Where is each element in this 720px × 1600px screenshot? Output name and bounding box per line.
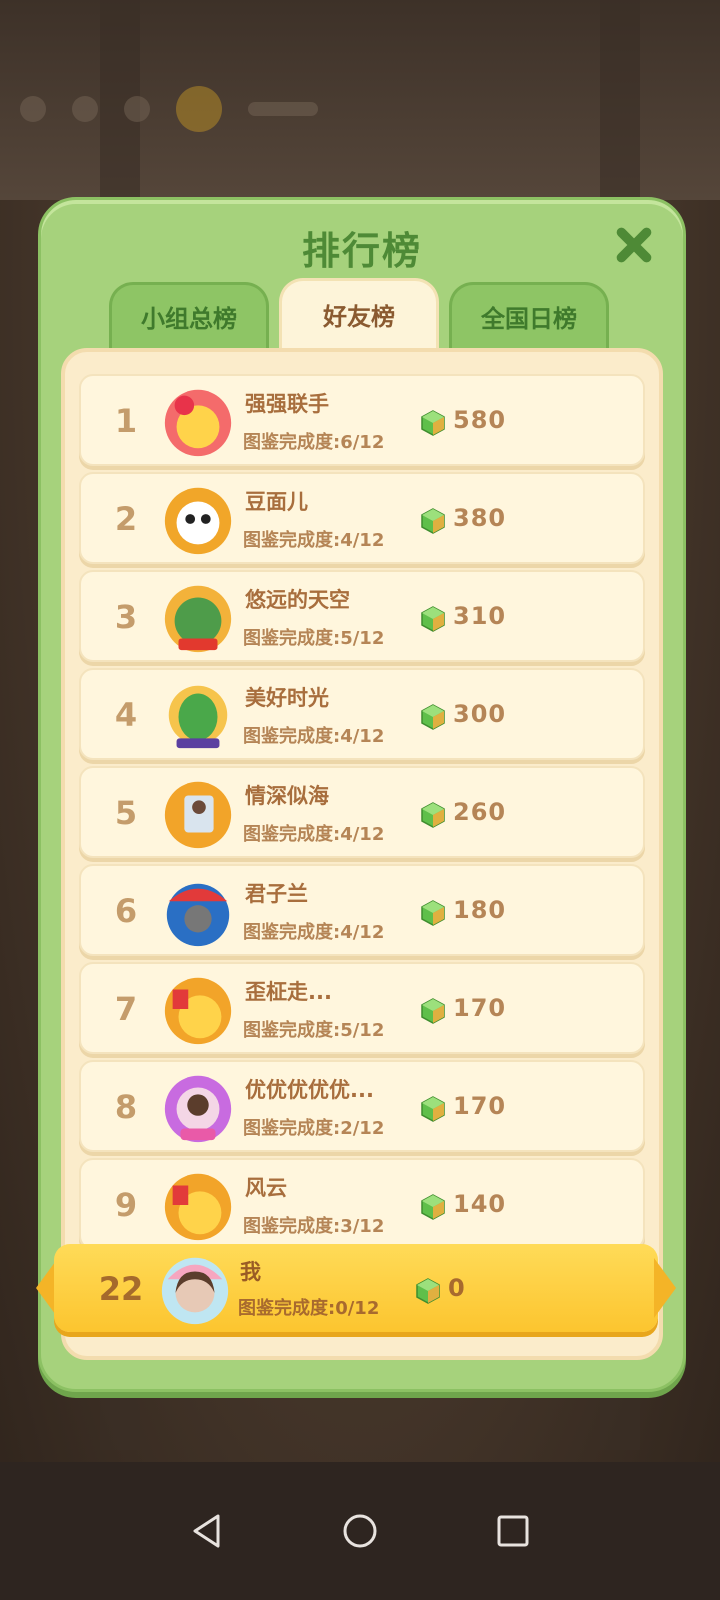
collection-progress: 图鉴完成度:5/12 [243, 628, 385, 649]
gem-icon [421, 802, 445, 828]
score-value: 260 [453, 798, 507, 826]
ranking-list-container[interactable]: 1 强强联手 图鉴完成度:6/12 580 2 豆面儿 图鉴完成度:4/12 380 3 悠远的天… [61, 348, 663, 1360]
rank-number: 5 [114, 794, 138, 832]
rank-number: 8 [114, 1088, 138, 1126]
watermelon-avatar[interactable] [159, 676, 237, 754]
score-value: 180 [453, 896, 507, 924]
player-name: 美好时光 [245, 686, 329, 710]
gem-icon [421, 900, 445, 926]
collection-progress: 图鉴完成度:0/12 [238, 1298, 380, 1319]
rank-number: 2 [114, 500, 138, 538]
gem-icon [421, 606, 445, 632]
score-value: 140 [453, 1190, 507, 1218]
rank-number: 9 [114, 1186, 138, 1224]
score-value: 170 [453, 1092, 507, 1120]
tab-bar: 小组总榜 好友榜 全国日榜 [109, 278, 609, 348]
score-value: 580 [453, 406, 507, 434]
chick-avatar[interactable] [159, 1166, 237, 1244]
gem-icon [421, 508, 445, 534]
leaderboard-row[interactable]: 2 豆面儿图鉴完成度:4/12 380 [79, 472, 645, 564]
cat-chick-avatar[interactable] [159, 382, 237, 460]
player-name: 强强联手 [245, 392, 329, 416]
gem-icon [421, 1096, 445, 1122]
carousel-avatar[interactable] [159, 872, 237, 950]
score-value: 310 [453, 602, 507, 630]
gem-icon [416, 1278, 440, 1304]
girl-avatar[interactable] [159, 1068, 237, 1146]
leaderboard-panel: 排行榜 小组总榜 好友榜 全国日榜 1 强强联手 图鉴完成度:6/12 580 2 豆面儿… [38, 197, 686, 1392]
score-value: 170 [453, 994, 507, 1022]
score-value: 0 [448, 1274, 466, 1302]
photo-avatar[interactable] [159, 774, 237, 852]
leaderboard-row[interactable]: 9 风云图鉴完成度:3/12 140 [79, 1158, 645, 1250]
player-name: 优优优优优... [245, 1078, 374, 1102]
collection-progress: 图鉴完成度:2/12 [243, 1118, 385, 1139]
panel-title: 排行榜 [301, 229, 422, 273]
rank-number: 1 [114, 402, 138, 440]
home-icon [343, 1514, 377, 1548]
leaderboard-row[interactable]: 7 歪柾走... 图鉴完成度:5/12 170 [79, 962, 645, 1054]
back-button[interactable] [177, 1501, 237, 1561]
leaderboard-row[interactable]: 1 强强联手图鉴完成度:6/12 580 [79, 374, 645, 466]
player-name: 风云 [245, 1176, 287, 1200]
leaderboard-row[interactable]: 3 悠远的天空图鉴完成度:5/12 310 [79, 570, 645, 662]
tab-friends[interactable]: 好友榜 [279, 278, 439, 348]
collection-progress: 图鉴完成度:4/12 [243, 824, 385, 845]
system-nav-bar [0, 1462, 720, 1600]
player-name: 豆面儿 [245, 490, 308, 514]
recents-button[interactable] [483, 1501, 543, 1561]
my-ranking-row[interactable]: 22 我 图鉴完成度:0/12 0 [36, 1244, 676, 1336]
rank-number: 22 [98, 1270, 144, 1308]
rank-number: 6 [114, 892, 138, 930]
tab-national-daily[interactable]: 全国日榜 [449, 282, 609, 348]
player-name: 君子兰 [245, 882, 308, 906]
collection-progress: 图鉴完成度:3/12 [243, 1216, 385, 1237]
ribbon-right [654, 1258, 676, 1318]
hud-bar [248, 102, 318, 116]
player-name: 悠远的天空 [245, 588, 350, 612]
close-button[interactable] [611, 222, 657, 268]
rank-number: 7 [114, 990, 138, 1028]
gem-icon [421, 704, 445, 730]
hud-icon [124, 96, 150, 122]
leaderboard-row[interactable]: 5 情深似海图鉴完成度:4/12 260 [79, 766, 645, 858]
leaderboard-row[interactable]: 6 君子兰图鉴完成度:4/12 180 [79, 864, 645, 956]
gem-icon [421, 410, 445, 436]
player-name: 我 [240, 1260, 261, 1284]
rank-number: 4 [114, 696, 138, 734]
rank-number: 3 [114, 598, 138, 636]
panda-avatar[interactable] [159, 480, 237, 558]
close-icon [616, 227, 652, 263]
player-name: 情深似海 [245, 784, 329, 808]
tab-group-total[interactable]: 小组总榜 [109, 282, 269, 348]
chick-avatar[interactable] [159, 970, 237, 1048]
landscape-avatar[interactable] [159, 578, 237, 656]
hud-icon [72, 96, 98, 122]
score-value: 380 [453, 504, 507, 532]
collection-progress: 图鉴完成度:4/12 [243, 726, 385, 747]
ranking-list: 1 强强联手图鉴完成度:6/12 580 2 豆面儿图鉴完成度:4/12 380 3 悠远的天… [79, 374, 645, 1256]
collection-progress: 图鉴完成度:5/12 [243, 1020, 385, 1041]
recents-icon [497, 1515, 529, 1547]
gem-icon [421, 998, 445, 1024]
leaderboard-row[interactable]: 8 优优优优优... 图鉴完成度:2/12 170 [79, 1060, 645, 1152]
leaderboard-row[interactable]: 4 美好时光图鉴完成度:4/12 300 [79, 668, 645, 760]
gem-icon [421, 1194, 445, 1220]
back-icon [193, 1514, 220, 1548]
collection-progress: 图鉴完成度:4/12 [243, 922, 385, 943]
self-avatar[interactable] [156, 1250, 234, 1328]
home-button[interactable] [330, 1501, 390, 1561]
hud-icon [20, 96, 46, 122]
score-value: 300 [453, 700, 507, 728]
collection-progress: 图鉴完成度:6/12 [243, 432, 385, 453]
coin-icon [176, 86, 222, 132]
player-name: 歪柾走... [245, 980, 332, 1004]
collection-progress: 图鉴完成度:4/12 [243, 530, 385, 551]
background-hud [20, 86, 318, 132]
